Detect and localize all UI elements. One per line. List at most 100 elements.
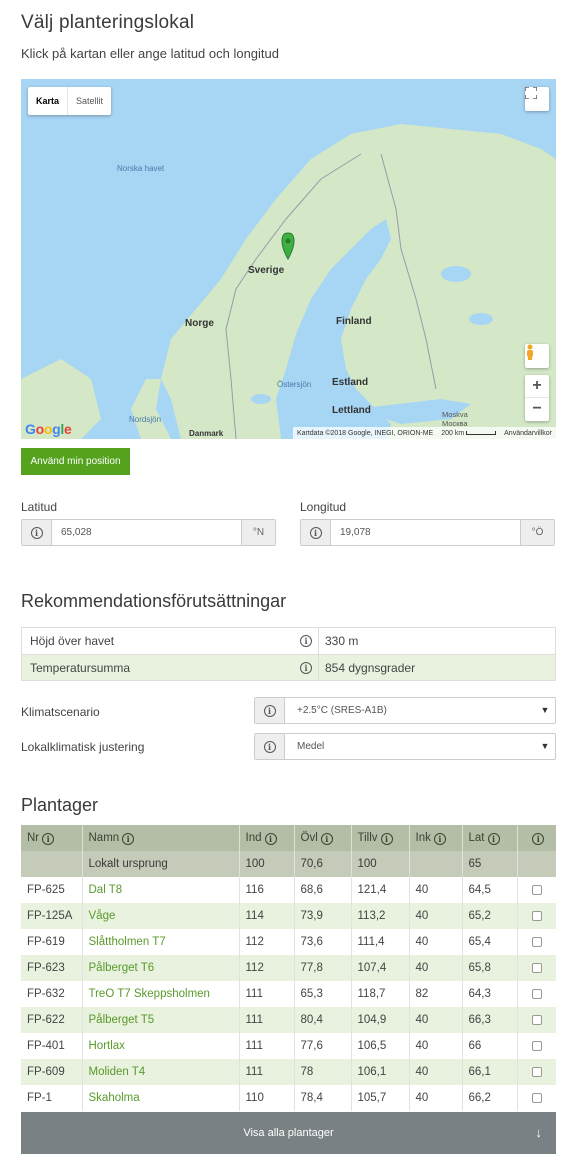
map-type-karta[interactable]: Karta — [28, 87, 67, 115]
longitude-info-button[interactable]: i — [301, 520, 331, 545]
pegman-icon — [527, 344, 533, 360]
plantation-name-link[interactable]: Skaholma — [82, 1085, 240, 1111]
cell-ind: 111 — [239, 1033, 295, 1059]
row-checkbox[interactable] — [531, 1040, 542, 1051]
use-my-position-button[interactable]: Använd min position — [21, 448, 130, 475]
longitude-field[interactable]: i 19,078 °Ö — [300, 519, 555, 546]
longitude-input[interactable]: 19,078 — [331, 520, 520, 545]
row-checkbox[interactable] — [531, 936, 542, 947]
caret-down-icon: ▼ — [540, 741, 550, 751]
row-checkbox[interactable] — [531, 910, 542, 921]
climate-scenario-select[interactable]: i +2.5°C (SRES-A1B) ▼ — [254, 697, 556, 724]
cell-ovl: 73,6 — [294, 929, 352, 955]
col-tillv[interactable]: Tillv i — [351, 825, 410, 851]
cell-nr: FP-609 — [21, 1059, 83, 1085]
map-type-switch[interactable]: Karta Satellit — [28, 87, 112, 115]
cell-nr — [21, 851, 83, 877]
plantations-title: Plantager — [21, 795, 99, 815]
cell-ink: 40 — [409, 1085, 463, 1111]
cell-lat: 66 — [462, 1033, 518, 1059]
cell-select — [517, 1085, 556, 1111]
cell-ovl: 65,3 — [294, 981, 352, 1007]
plantation-name-link[interactable]: Dal T8 — [82, 877, 240, 903]
col-ovl[interactable]: Övl i — [294, 825, 352, 851]
col-nr[interactable]: Nr i — [21, 825, 83, 851]
plantation-name-link[interactable]: Moliden T4 — [82, 1059, 240, 1085]
plantation-name-link[interactable]: TreO T7 Skeppsholmen — [82, 981, 240, 1007]
row-checkbox[interactable] — [531, 1066, 542, 1077]
cell-ink: 40 — [409, 1033, 463, 1059]
map[interactable]: Karta Satellit + − Norska havet Sverige … — [21, 79, 556, 439]
info-icon: i — [487, 832, 500, 845]
info-icon[interactable]: i — [300, 662, 312, 674]
table-row: FP-632 TreO T7 Skeppsholmen 111 65,3 118,7 82… — [21, 981, 556, 1007]
cell-select — [517, 1007, 556, 1033]
page-title: Välj planteringslokal — [21, 12, 195, 33]
latitude-info-button[interactable]: i — [22, 520, 52, 545]
cell-ovl: 77,6 — [294, 1033, 352, 1059]
col-namn[interactable]: Namn i — [82, 825, 240, 851]
map-label-denmark: Danmark — [189, 429, 224, 438]
cell-ind: 114 — [239, 903, 295, 929]
row-checkbox[interactable] — [531, 1014, 542, 1025]
map-terms-link[interactable]: Användarvillkor — [504, 430, 552, 437]
cell-ink: 40 — [409, 1059, 463, 1085]
info-icon: i — [433, 832, 446, 845]
map-type-satellite[interactable]: Satellit — [67, 87, 111, 115]
cell-tillv: 111,4 — [351, 929, 410, 955]
table-row: FP-622 Pålberget T5 111 80,4 104,9 40 66,3 — [21, 1007, 556, 1033]
map-attribution: Kartdata ©2018 Google, INEGI, ORION-ME 2… — [292, 427, 556, 439]
cell-ind: 112 — [239, 929, 295, 955]
row-checkbox[interactable] — [531, 1092, 542, 1103]
cell-tillv: 100 — [351, 851, 410, 877]
cell-nr: FP-623 — [21, 955, 83, 981]
plantation-name-link[interactable]: Slåttholmen T7 — [82, 929, 240, 955]
table-row: FP-125A Våge 114 73,9 113,2 40 65,2 — [21, 903, 556, 929]
col-ind[interactable]: Ind i — [239, 825, 295, 851]
plantation-name-link[interactable]: Pålberget T5 — [82, 1007, 240, 1033]
col-ink[interactable]: Ink i — [409, 825, 463, 851]
zoom-control: + − — [525, 375, 549, 421]
caret-down-icon: ▼ — [540, 705, 550, 715]
local-adjustment-label: Lokalklimatisk justering — [21, 740, 145, 754]
plantation-name-link[interactable]: Hortlax — [82, 1033, 240, 1059]
plantation-name-link[interactable]: Våge — [82, 903, 240, 929]
cell-lat: 65,2 — [462, 903, 518, 929]
show-all-plantations-button[interactable]: Visa alla plantager ↓ — [21, 1112, 556, 1154]
local-adjustment-value[interactable]: Medel — [285, 734, 535, 759]
cell-nr: FP-625 — [21, 877, 83, 903]
cell-ovl: 68,6 — [294, 877, 352, 903]
latitude-field[interactable]: i 65,028 °N — [21, 519, 276, 546]
climate-scenario-value[interactable]: +2.5°C (SRES-A1B) — [285, 698, 535, 723]
info-icon[interactable]: i — [300, 635, 312, 647]
table-row: FP-401 Hortlax 111 77,6 106,5 40 66 — [21, 1033, 556, 1059]
plantation-name-link[interactable]: Pålberget T6 — [82, 955, 240, 981]
zoom-in-button[interactable]: + — [525, 375, 549, 398]
row-checkbox[interactable] — [531, 884, 542, 895]
cell-lat: 66,2 — [462, 1085, 518, 1111]
row-checkbox[interactable] — [531, 988, 542, 999]
cell-ink — [409, 851, 463, 877]
info-icon: i — [532, 832, 545, 845]
cell-lat: 65,4 — [462, 929, 518, 955]
street-view-button[interactable] — [525, 344, 549, 368]
map-label-norwegian-sea: Norska havet — [117, 164, 165, 173]
local-adjustment-select[interactable]: i Medel ▼ — [254, 733, 556, 760]
cell-ind: 111 — [239, 981, 295, 1007]
cell-nr: FP-401 — [21, 1033, 83, 1059]
google-logo: Google — [25, 421, 72, 437]
latitude-input[interactable]: 65,028 — [52, 520, 241, 545]
map-label-latvia: Lettland — [332, 405, 371, 416]
fullscreen-button[interactable] — [525, 87, 549, 111]
col-select[interactable]: i — [517, 825, 556, 851]
cell-ink: 40 — [409, 955, 463, 981]
local-adjustment-info-button[interactable]: i — [255, 734, 285, 759]
info-icon: i — [42, 832, 55, 845]
row-checkbox[interactable] — [531, 962, 542, 973]
col-lat[interactable]: Lat i — [462, 825, 518, 851]
cell-select — [517, 851, 556, 877]
zoom-out-button[interactable]: − — [525, 398, 549, 421]
cell-ind: 116 — [239, 877, 295, 903]
climate-info-button[interactable]: i — [255, 698, 285, 723]
cell-select — [517, 1059, 556, 1085]
